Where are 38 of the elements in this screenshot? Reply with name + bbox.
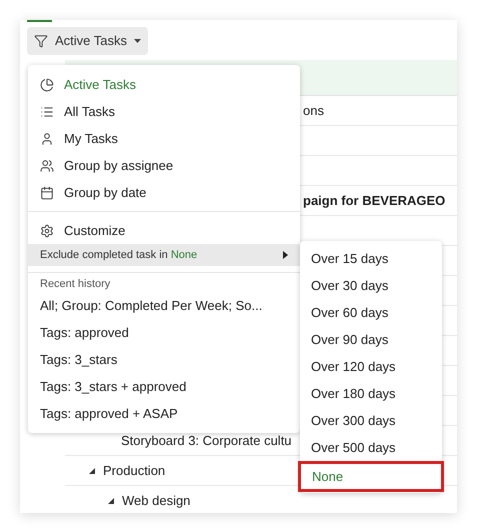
submenu-item[interactable]: Over 500 days: [300, 434, 442, 461]
section-heading: Recent history: [39, 277, 112, 292]
menu-item[interactable]: Group by date: [28, 179, 300, 206]
menu-item[interactable]: Group by assignee: [28, 152, 300, 179]
history-item[interactable]: Tags: approved: [28, 319, 300, 346]
filter-icon: [34, 34, 48, 48]
history-item[interactable]: All; Group: Completed Per Week; So...: [28, 292, 300, 319]
history-item[interactable]: Tags: 3_stars: [28, 346, 300, 373]
submenu-item[interactable]: Over 30 days: [300, 272, 442, 299]
menu-item[interactable]: My Tasks: [28, 125, 300, 152]
task-title: paign for BEVERAGEO: [303, 192, 446, 210]
submenu-item[interactable]: Over 90 days: [300, 326, 442, 353]
submenu-item[interactable]: None: [298, 461, 444, 492]
menu-item[interactable]: Active Tasks: [28, 71, 300, 98]
menu-item[interactable]: All Tasks: [28, 98, 300, 125]
filter-button[interactable]: Active Tasks: [27, 27, 148, 55]
caret-icon: [134, 39, 142, 43]
history-item[interactable]: Tags: approved + ASAP: [28, 400, 300, 427]
exclude-completed-menu-item[interactable]: Exclude completed task in None: [28, 244, 300, 266]
users-icon: [40, 158, 54, 172]
calendar-icon: [40, 186, 54, 200]
task-title: Storyboard 3: Corporate cultu: [121, 432, 292, 450]
history-item[interactable]: Tags: 3_stars + approved: [28, 373, 300, 400]
settings-icon: [40, 224, 54, 238]
user-icon: [40, 132, 54, 146]
submenu-item[interactable]: Over 180 days: [300, 380, 442, 407]
expand-triangle-icon[interactable]: [89, 468, 95, 474]
pie-chart-icon: [40, 78, 54, 92]
submenu-arrow-icon: [283, 251, 288, 259]
menu-item[interactable]: Customize: [28, 217, 300, 244]
group-title: Production: [103, 462, 166, 480]
expand-triangle-icon[interactable]: [108, 498, 114, 504]
task-title: ons: [303, 102, 324, 120]
submenu-item[interactable]: Over 300 days: [300, 407, 442, 434]
submenu-item[interactable]: Over 15 days: [300, 245, 442, 272]
submenu-item[interactable]: Over 60 days: [300, 299, 442, 326]
group-title: Web design: [122, 492, 190, 510]
submenu-item[interactable]: Over 120 days: [300, 353, 442, 380]
